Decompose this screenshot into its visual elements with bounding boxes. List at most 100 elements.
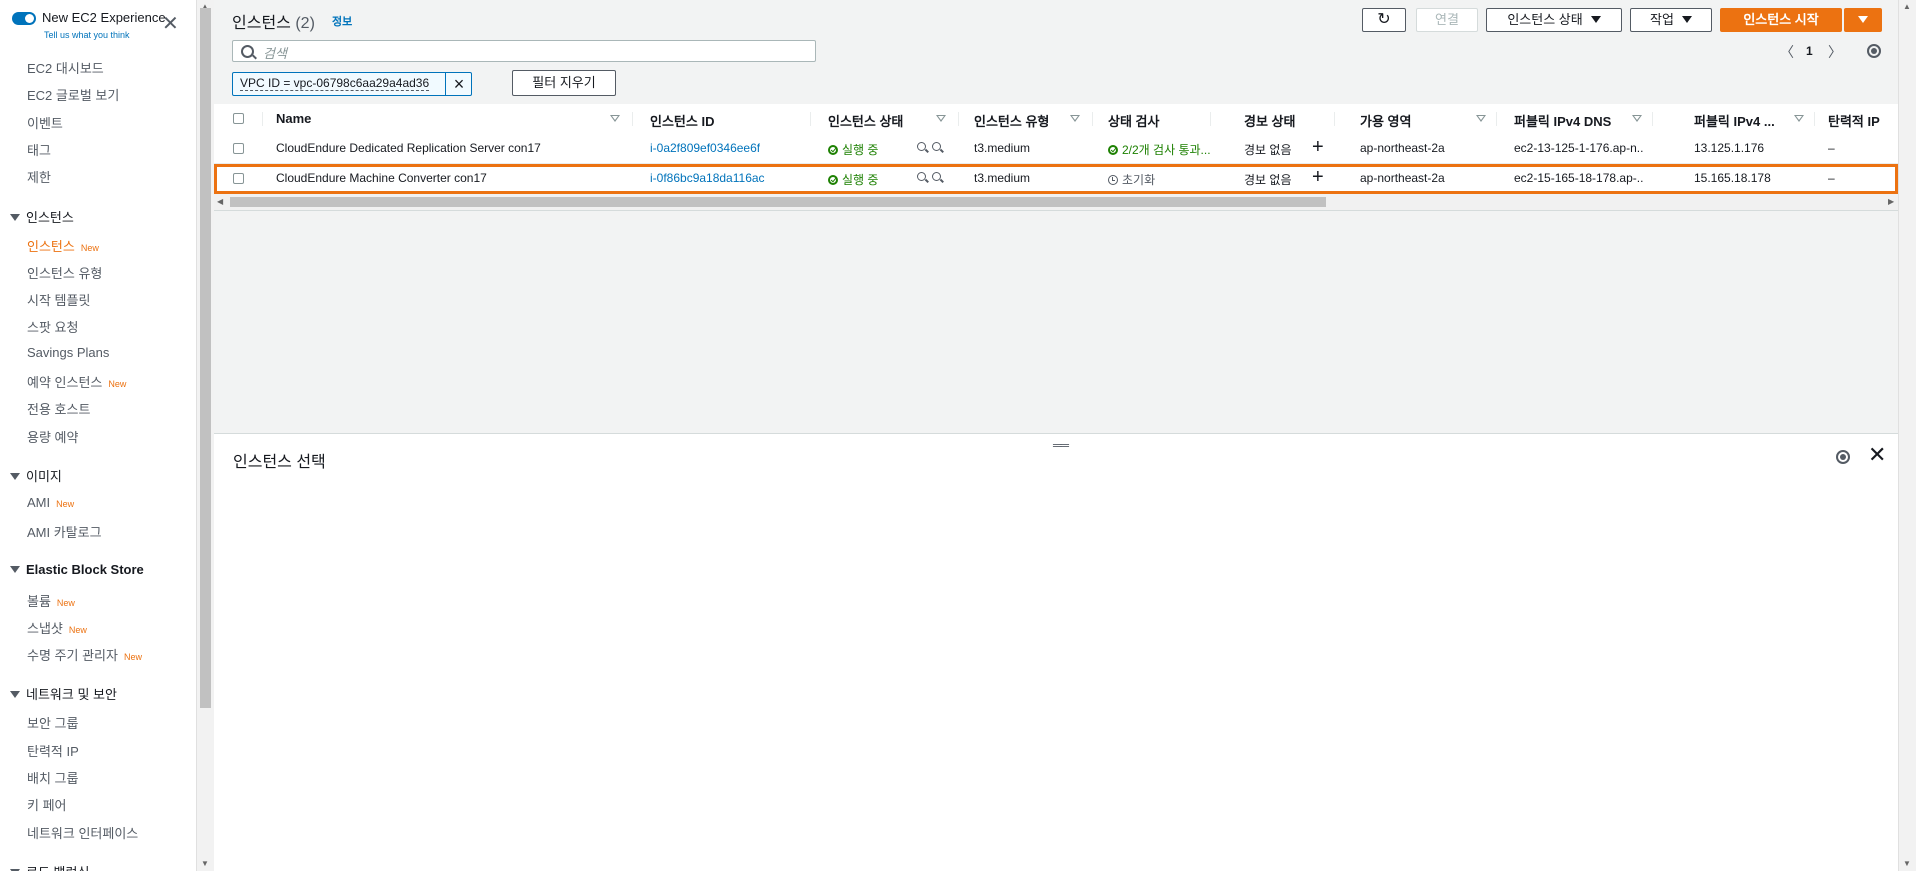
- search-input[interactable]: 검색: [232, 40, 816, 62]
- page-number[interactable]: 1: [1806, 44, 1813, 58]
- col-availability-zone[interactable]: 가용 영역: [1360, 111, 1411, 130]
- launch-dropdown-button[interactable]: [1844, 8, 1882, 32]
- sort-icon[interactable]: [936, 115, 946, 122]
- zoom-out-icon[interactable]: [932, 172, 941, 181]
- prev-page-icon[interactable]: 〈: [1780, 42, 1794, 62]
- sidebar-item[interactable]: 태그: [27, 140, 51, 159]
- instance-state-button[interactable]: 인스턴스 상태: [1486, 8, 1622, 32]
- zoom-in-icon[interactable]: [917, 172, 926, 181]
- sidebar-item[interactable]: AMI 카탈로그: [27, 522, 102, 541]
- new-experience-toggle[interactable]: [12, 12, 36, 25]
- clear-filters-button[interactable]: 필터 지우기: [512, 70, 616, 96]
- sidebar-item[interactable]: 볼륨 New: [27, 591, 75, 610]
- add-alarm-icon[interactable]: +: [1312, 167, 1324, 187]
- sidebar-item[interactable]: Savings Plans: [27, 345, 109, 360]
- col-elastic-ip[interactable]: 탄력적 IP: [1828, 111, 1880, 130]
- col-public-dns[interactable]: 퍼블릭 IPv4 DNS: [1514, 111, 1611, 130]
- sidebar-item-label: EC2 대시보드: [27, 61, 104, 76]
- col-instance-state[interactable]: 인스턴스 상태: [828, 111, 903, 130]
- sidebar-item[interactable]: 예약 인스턴스 New: [27, 372, 126, 391]
- actions-button[interactable]: 작업: [1630, 8, 1712, 32]
- col-status-check[interactable]: 상태 검사: [1108, 111, 1159, 130]
- main-scrollbar[interactable]: ▲ ▼: [1898, 0, 1916, 871]
- sidebar-section-title: 로드 밸런싱: [26, 865, 89, 871]
- sidebar-item[interactable]: 용량 예약: [27, 427, 78, 446]
- sidebar-item-label: EC2 글로벌 보기: [27, 88, 120, 104]
- table-row-selected[interactable]: CloudEndure Machine Converter con17 i-0f…: [214, 164, 1898, 194]
- sidebar-section-header[interactable]: 로드 밸런싱: [10, 862, 89, 871]
- sort-icon[interactable]: [610, 115, 620, 122]
- launch-instance-button[interactable]: 인스턴스 시작: [1720, 8, 1842, 32]
- sidebar-section-header[interactable]: 이미지: [10, 466, 62, 485]
- sidebar-item-label: AMI 카탈로그: [27, 525, 102, 541]
- sidebar-item[interactable]: 인스턴스 유형: [27, 263, 102, 282]
- sort-icon[interactable]: [1632, 115, 1642, 122]
- row-checkbox[interactable]: [233, 173, 244, 184]
- select-all-checkbox[interactable]: [233, 113, 244, 124]
- resize-handle-icon[interactable]: ══: [1053, 438, 1069, 452]
- add-alarm-icon[interactable]: +: [1312, 137, 1324, 157]
- col-alarm-status[interactable]: 경보 상태: [1244, 111, 1295, 130]
- sidebar-scroll-thumb[interactable]: [200, 8, 211, 708]
- filter-chip[interactable]: VPC ID = vpc-06798c6aa29a4ad36 ×: [232, 72, 472, 96]
- sidebar-item[interactable]: EC2 대시보드: [27, 58, 104, 77]
- sort-icon[interactable]: [1794, 115, 1804, 122]
- zoom-out-icon[interactable]: [932, 142, 941, 151]
- next-page-icon[interactable]: 〉: [1828, 42, 1842, 62]
- sidebar-item[interactable]: 수명 주기 관리자 New: [27, 645, 142, 664]
- table-horizontal-scrollbar[interactable]: ◀ ▶: [214, 194, 1898, 211]
- col-public-ipv4[interactable]: 퍼블릭 IPv4 ...: [1694, 111, 1775, 130]
- sort-icon[interactable]: [1070, 115, 1080, 122]
- scroll-left-icon[interactable]: ◀: [217, 197, 223, 206]
- sidebar-item[interactable]: AMI New: [27, 495, 74, 510]
- col-instance-id[interactable]: 인스턴스 ID: [650, 111, 714, 130]
- sidebar-item-label: 키 페어: [27, 798, 67, 814]
- filter-chip-text: VPC ID = vpc-06798c6aa29a4ad36: [240, 76, 430, 91]
- sidebar-item[interactable]: 스냅샷 New: [27, 618, 87, 637]
- sort-icon[interactable]: [1476, 115, 1486, 122]
- sidebar-item[interactable]: 보안 그룹: [27, 713, 78, 732]
- remove-filter-icon[interactable]: ×: [445, 73, 472, 95]
- sidebar-section-header[interactable]: Elastic Block Store: [10, 562, 144, 577]
- feedback-link[interactable]: Tell us what you think: [44, 30, 130, 40]
- sidebar-item[interactable]: 전용 호스트: [27, 399, 90, 418]
- sidebar-section-header[interactable]: 인스턴스: [10, 207, 74, 226]
- instance-id-link[interactable]: i-0a2f809ef0346ee6f: [650, 141, 760, 155]
- sidebar-item[interactable]: 배치 그룹: [27, 768, 78, 787]
- sidebar-item[interactable]: 탄력적 IP: [27, 741, 79, 760]
- sidebar-item[interactable]: 이벤트: [27, 113, 63, 132]
- col-instance-type[interactable]: 인스턴스 유형: [974, 111, 1049, 130]
- sidebar-item-label: 수명 주기 관리자: [27, 648, 118, 664]
- table-settings-icon[interactable]: [1867, 44, 1881, 58]
- column-divider: [1210, 112, 1211, 126]
- close-details-icon[interactable]: ✕: [1868, 444, 1886, 466]
- column-divider: [1652, 112, 1653, 126]
- dropdown-caret-icon: [1681, 16, 1692, 23]
- scroll-down-icon[interactable]: ▼: [1903, 859, 1911, 868]
- refresh-button[interactable]: ↻: [1362, 8, 1406, 32]
- details-settings-icon[interactable]: [1836, 450, 1850, 464]
- close-sidebar-icon[interactable]: ✕: [162, 14, 179, 34]
- sidebar-item[interactable]: 인스턴스 New: [27, 236, 99, 255]
- sidebar-item[interactable]: 시작 템플릿: [27, 290, 90, 309]
- info-link[interactable]: 정보: [332, 13, 352, 29]
- col-name[interactable]: Name: [276, 111, 311, 126]
- sidebar-section-header[interactable]: 네트워크 및 보안: [10, 684, 117, 703]
- horizontal-scroll-thumb[interactable]: [230, 197, 1326, 207]
- sidebar-item[interactable]: 키 페어: [27, 795, 67, 814]
- sidebar-scrollbar[interactable]: ▲ ▼: [196, 0, 215, 871]
- sidebar-item[interactable]: 제한: [27, 167, 51, 186]
- sidebar-item[interactable]: 스팟 요청: [27, 317, 78, 336]
- scroll-up-icon[interactable]: ▲: [1903, 2, 1911, 11]
- sidebar-item[interactable]: 네트워크 인터페이스: [27, 823, 138, 842]
- connect-button[interactable]: 연결: [1416, 8, 1478, 32]
- scroll-right-icon[interactable]: ▶: [1888, 197, 1894, 206]
- zoom-in-icon[interactable]: [917, 142, 926, 151]
- scroll-down-icon[interactable]: ▼: [201, 859, 209, 868]
- instances-panel: 인스턴스 (2) 정보 ↻ 연결 인스턴스 상태 작업 인스턴스 시작 검색 〈…: [214, 0, 1898, 432]
- row-checkbox[interactable]: [233, 143, 244, 154]
- sidebar-item[interactable]: EC2 글로벌 보기: [27, 85, 119, 104]
- instance-id-link[interactable]: i-0f86bc9a18da116ac: [650, 171, 765, 185]
- table-row[interactable]: CloudEndure Dedicated Replication Server…: [214, 134, 1898, 164]
- instance-name: CloudEndure Machine Converter con17: [276, 171, 487, 185]
